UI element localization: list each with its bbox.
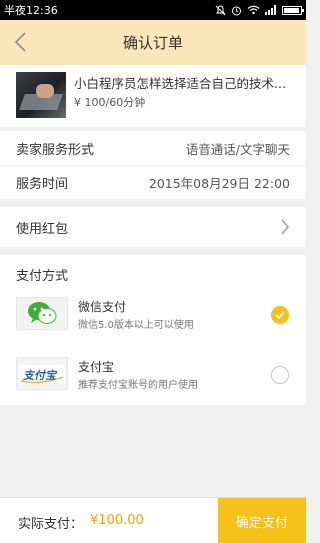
alipay-logo: 支付宝 (16, 357, 68, 390)
chevron-right-icon (281, 219, 289, 235)
status-time: 半夜12:36 (4, 4, 58, 17)
status-bar: 半夜12:36 (0, 0, 306, 20)
product-name: 小白程序员怎样选择适合自己的技术... (74, 76, 286, 91)
detail-row-service-type: 卖家服务形式 语音通话/文字聊天 (0, 131, 306, 165)
detail-row-service-time: 服务时间 2015年08月29日 22:00 (0, 165, 306, 199)
check-icon (275, 311, 285, 319)
wechat-icon (28, 301, 57, 324)
detail-label: 卖家服务形式 (16, 142, 95, 158)
detail-value: 语音通话/文字聊天 (185, 141, 290, 157)
payment-option-desc: 微信5.0版本以上可以使用 (78, 320, 194, 331)
wechat-logo (16, 297, 68, 330)
payment-option-name: 微信支付 (78, 300, 127, 314)
title-bar: 确认订单 (0, 20, 306, 65)
confirm-pay-button[interactable]: 确定支付 (218, 498, 306, 543)
payment-option-desc: 推荐支付宝账号的用户使用 (78, 380, 198, 391)
chevron-left-icon (14, 32, 26, 52)
red-packet-row[interactable]: 使用红包 (0, 207, 306, 247)
product-thumbnail (16, 72, 66, 118)
battery-icon (282, 5, 304, 15)
payment-option-wechat[interactable]: 微信支付 微信5.0版本以上可以使用 (0, 289, 306, 339)
back-button[interactable] (8, 30, 32, 54)
payment-radio-unselected[interactable] (271, 366, 289, 384)
detail-value: 2015年08月29日 22:00 (148, 176, 290, 191)
bottom-bar: 实际支付： ¥100.00 确定支付 (0, 497, 306, 543)
payment-header: 支付方式 (16, 269, 69, 284)
actual-pay-amount: ¥100.00 (90, 513, 144, 528)
mute-bell-icon (215, 4, 226, 15)
payment-option-name: 支付宝 (78, 360, 115, 374)
page-title: 确认订单 (122, 34, 183, 52)
wifi-icon (247, 5, 260, 15)
payment-section: 支付方式 微信支付 微信5.0版本以上可以使用 支付宝 支付宝 推荐支付宝账号的… (0, 255, 306, 405)
detail-label: 服务时间 (16, 177, 69, 192)
product-price: ¥ 100/60分钟 (74, 96, 146, 109)
signal-icon (265, 5, 276, 15)
order-details: 卖家服务形式 语音通话/文字聊天 服务时间 2015年08月29日 22:00 (0, 131, 306, 199)
payment-radio-selected[interactable] (271, 306, 289, 324)
alipay-logo-text: 支付宝 (23, 369, 56, 382)
status-icons (215, 4, 304, 16)
red-packet-label: 使用红包 (16, 221, 69, 237)
alarm-icon (232, 6, 241, 15)
product-card[interactable]: 小白程序员怎样选择适合自己的技术... ¥ 100/60分钟 (0, 65, 306, 127)
payment-option-alipay[interactable]: 支付宝 支付宝 推荐支付宝账号的用户使用 (0, 349, 306, 399)
actual-pay-label: 实际支付： (18, 517, 84, 532)
